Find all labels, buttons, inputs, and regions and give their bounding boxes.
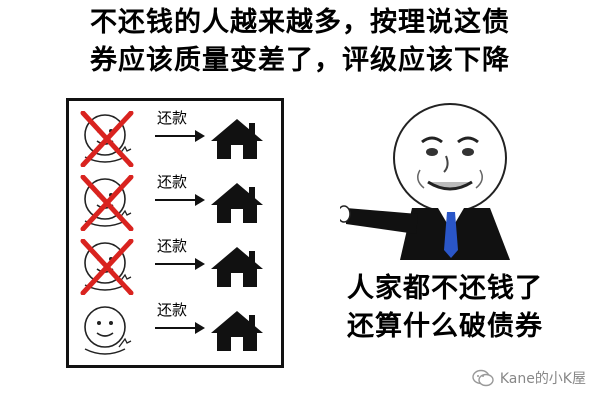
cartoon-face-icon xyxy=(80,111,134,167)
title-line-2: 券应该质量变差了，评级应该下降 xyxy=(90,45,510,76)
title-line-1: 不还钱的人越来越多，按理说这债 xyxy=(90,7,510,38)
diagram-row: 还款 xyxy=(69,105,281,167)
arrow-right-icon xyxy=(155,194,205,206)
house-icon xyxy=(211,311,263,351)
house-icon xyxy=(211,183,263,223)
meme-face-suit-pointing-icon xyxy=(340,103,510,260)
wechat-icon xyxy=(472,369,494,387)
repay-label: 还款 xyxy=(157,301,188,319)
cartoon-face-icon xyxy=(80,239,134,295)
watermark-text: Kane的小K屋 xyxy=(499,371,586,387)
watermark: Kane的小K屋 xyxy=(472,366,586,390)
repay-label: 还款 xyxy=(157,173,188,191)
caption-line-1: 人家都不还钱了 xyxy=(347,273,543,304)
arrow-right-icon xyxy=(155,258,205,270)
diagram-row: 还款 xyxy=(69,297,281,357)
caption-line-2: 还算什么破债券 xyxy=(347,311,543,342)
diagram-row: 还款 xyxy=(69,233,281,295)
diagram-row: 还款 xyxy=(69,169,281,231)
repay-label: 还款 xyxy=(157,109,188,127)
house-icon xyxy=(211,247,263,287)
arrow-right-icon xyxy=(155,322,205,334)
house-icon xyxy=(211,119,263,159)
repay-label: 还款 xyxy=(157,237,188,255)
cartoon-face-icon xyxy=(80,175,134,231)
cartoon-face-icon xyxy=(84,306,132,355)
repayment-diagram: 还款 还款 还款 还款 xyxy=(66,98,284,368)
arrow-right-icon xyxy=(155,130,205,142)
